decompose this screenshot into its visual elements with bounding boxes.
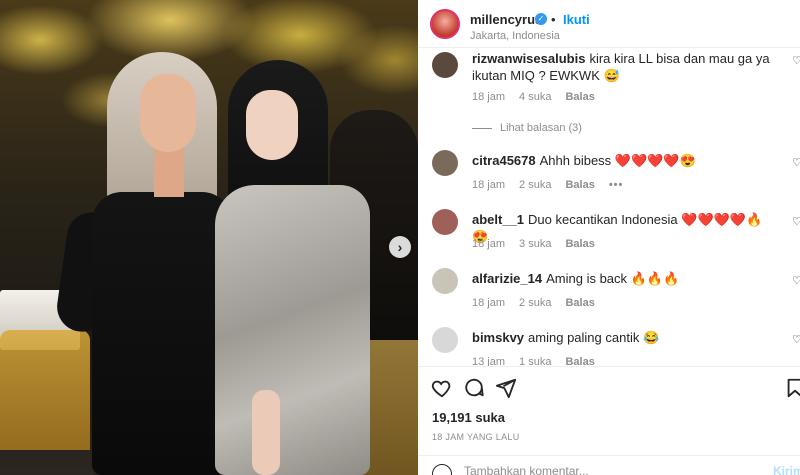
comment-body: rizwanwisesalubis kira kira LL bisa dan m… [472,50,772,84]
heart-icon[interactable] [431,377,453,399]
heart-icon[interactable]: ♡ [792,335,800,346]
comment-item: bimskvy aming paling cantik 😂 13 jam 1 su… [418,327,800,366]
heart-icon[interactable]: ♡ [792,56,800,67]
comment-item: abelt__1 Duo kecantikan Indonesia ❤️❤️❤️❤… [418,209,800,259]
comment-meta: 18 jam 2 suka Balas [472,297,595,309]
comment-likes[interactable]: 2 suka [519,179,551,191]
replies-divider [472,127,492,129]
comment-item: rizwanwisesalubis kira kira LL bisa dan m… [418,48,800,116]
post-comment-button[interactable]: Kirim [773,464,800,475]
comment-username[interactable]: citra45678 [472,153,536,168]
chevron-right-icon: › [397,239,403,255]
commenter-avatar[interactable] [432,268,458,294]
comment-body: citra45678 Ahhh bibess ❤️❤️❤️❤️😍 [472,152,772,169]
comment-body: bimskvy aming paling cantik 😂 [472,329,772,346]
emoji-icon[interactable] [432,464,452,475]
comment-input[interactable] [464,462,754,475]
comment-body: alfarizie_14 Aming is back 🔥🔥🔥 [472,270,772,287]
post-photo[interactable]: › [0,0,418,475]
comment-time: 18 jam [472,179,506,191]
heart-icon[interactable]: ♡ [792,217,800,228]
comment-time: 13 jam [472,356,506,366]
photo-person-right [200,60,370,475]
view-replies-button[interactable]: Lihat balasan (3) [472,122,582,134]
heart-icon[interactable]: ♡ [792,158,800,169]
share-icon[interactable] [495,377,517,399]
follow-button[interactable]: Ikuti [563,12,590,27]
comment-time: 18 jam [472,238,506,250]
commenter-avatar[interactable] [432,150,458,176]
comment-text: Aming is back 🔥🔥🔥 [546,271,680,286]
view-replies-label: Lihat balasan (3) [500,122,582,134]
post-actions-bar [418,366,800,406]
comment-text: aming paling cantik 😂 [528,330,660,345]
reply-button[interactable]: Balas [565,179,594,191]
post-location[interactable]: Jakarta, Indonesia [470,30,560,42]
comment-likes[interactable]: 1 suka [519,356,551,366]
comment-item: citra45678 Ahhh bibess ❤️❤️❤️❤️😍 18 jam 2… [418,150,800,200]
more-options-button[interactable]: ••• [609,179,624,191]
comment-time: 18 jam [472,297,506,309]
comment-meta: 13 jam 1 suka Balas [472,356,595,366]
comment-icon[interactable] [463,377,485,399]
reply-button[interactable]: Balas [565,297,594,309]
commenter-avatar[interactable] [432,52,458,78]
add-comment-bar: Kirim [418,455,800,475]
separator-dot: • [551,12,556,27]
reply-button[interactable]: Balas [565,91,594,103]
post-side-panel: millencyrus ✓ • Ikuti Jakarta, Indonesia… [418,0,800,475]
bookmark-icon[interactable] [784,377,800,399]
reply-button[interactable]: Balas [565,238,594,250]
next-photo-button[interactable]: › [389,236,411,258]
comment-meta: 18 jam 3 suka Balas [472,238,595,250]
comment-username[interactable]: abelt__1 [472,212,524,227]
post-header: millencyrus ✓ • Ikuti Jakarta, Indonesia [418,0,800,48]
verified-badge-icon: ✓ [535,13,547,25]
post-timestamp: 18 JAM YANG LALU [432,432,520,442]
comment-likes[interactable]: 4 suka [519,91,551,103]
commenter-avatar[interactable] [432,209,458,235]
author-username[interactable]: millencyrus [470,12,542,27]
comment-username[interactable]: alfarizie_14 [472,271,542,286]
heart-icon[interactable]: ♡ [792,276,800,287]
comment-username[interactable]: rizwanwisesalubis [472,51,585,66]
author-avatar[interactable] [430,9,460,39]
commenter-avatar[interactable] [432,327,458,353]
comment-item: alfarizie_14 Aming is back 🔥🔥🔥 18 jam 2 s… [418,268,800,318]
comment-likes[interactable]: 3 suka [519,238,551,250]
comments-list[interactable]: rizwanwisesalubis kira kira LL bisa dan m… [418,48,800,366]
comment-text: Ahhh bibess ❤️❤️❤️❤️😍 [539,153,696,168]
comment-meta: 18 jam 2 suka Balas ••• [472,179,623,191]
comment-meta: 18 jam 4 suka Balas [472,91,595,103]
comment-time: 18 jam [472,91,506,103]
likes-count[interactable]: 19,191 suka [432,410,505,425]
comment-likes[interactable]: 2 suka [519,297,551,309]
reply-button[interactable]: Balas [565,356,594,366]
comment-username[interactable]: bimskvy [472,330,524,345]
